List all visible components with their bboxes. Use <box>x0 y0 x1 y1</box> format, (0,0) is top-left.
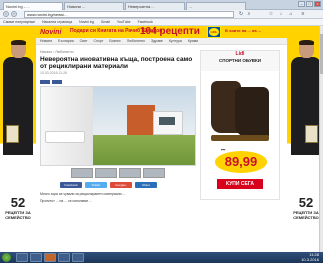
menu-item[interactable]: Крими <box>188 39 198 43</box>
boots-image <box>211 77 271 141</box>
left-promo-badge[interactable]: 52 РЕЦЕПТИ ЗА СЕМЕЙСТВО <box>2 196 34 234</box>
clock-date: 10.3.2016 <box>301 256 319 262</box>
article-paragraph: Много хора са чували за рециклирането ма… <box>40 192 126 196</box>
address-bar-row: ‹ › www.novini.bg/news/... ↻ ⌕ ☆ ↓ ⌂ ≡ <box>0 10 323 19</box>
menu-item[interactable]: Здраве <box>151 39 163 43</box>
bookmark-item[interactable]: Самые популярные <box>3 20 35 24</box>
start-button[interactable] <box>2 253 11 262</box>
taskbar-app-chrome[interactable] <box>58 253 70 262</box>
bookmarks-bar: Самые популярные Начална страница Novini… <box>0 19 323 26</box>
social-buttons: Facebook Twitter Google+ Share <box>60 182 157 188</box>
web-page: 52 РЕЦЕПТИ ЗА СЕМЕЙСТВО 52 РЕЦЕПТИ ЗА СЕ… <box>0 26 323 252</box>
menu-item[interactable]: Новини <box>40 39 52 43</box>
promo-label: РЕЦЕПТИ ЗА СЕМЕЙСТВО <box>5 210 31 220</box>
browser-tab[interactable]: Novini.bg - ... <box>3 2 63 10</box>
facebook-share-button[interactable]: Facebook <box>60 182 82 188</box>
bookmark-item[interactable]: Gmail <box>101 20 110 24</box>
chef-image-left <box>3 40 33 155</box>
site-menu: Новини България Свят Спорт Бизнес Любопи… <box>36 38 287 45</box>
window-controls: – □ × <box>298 1 321 7</box>
share-icon[interactable] <box>52 80 62 84</box>
thumbnail[interactable] <box>71 168 93 178</box>
article-title: Невероятна иновативна къща, построена са… <box>40 56 193 70</box>
share-row-top <box>40 80 62 84</box>
download-icon[interactable]: ↓ <box>278 11 284 17</box>
article-photo[interactable] <box>40 86 196 166</box>
promo-label: РЕЦЕПТИ ЗА СЕМЕЙСТВО <box>293 210 319 220</box>
right-promo-badge[interactable]: 52 РЕЦЕПТИ ЗА СЕМЕЙСТВО <box>290 196 322 234</box>
taskbar-app-media[interactable] <box>72 253 84 262</box>
article-paragraph: Проектът ... на ... се използват ... <box>40 198 93 203</box>
thumbnail[interactable] <box>143 168 165 178</box>
share-icon[interactable] <box>40 80 50 84</box>
promo-number: 52 <box>10 195 26 210</box>
screen: Novini.bg - ... Новини ... Невероятна ..… <box>0 0 323 263</box>
bookmark-item[interactable]: Facebook <box>138 20 153 24</box>
chef-image-right <box>291 40 321 155</box>
header-side-text: В чиито на ... на ... <box>225 28 261 33</box>
browser-tab[interactable]: Новини ... <box>64 2 124 10</box>
house-window <box>159 117 175 125</box>
ad-brand: Lidl <box>235 51 245 57</box>
share-button[interactable]: Share <box>135 182 157 188</box>
thumbnail[interactable] <box>95 168 117 178</box>
search-icon[interactable]: ⌕ <box>246 11 252 17</box>
bookmark-star-icon[interactable]: ☆ <box>268 11 274 17</box>
forward-icon[interactable]: › <box>11 11 17 17</box>
ad-header: Lidl СПОРТНИ ОБУВКИ <box>201 51 279 71</box>
taskbar-app-ie[interactable] <box>30 253 42 262</box>
ad-buy-button[interactable]: КУПИ СЕГА <box>217 179 263 189</box>
browser-tab[interactable]: Невероятна ... <box>125 2 185 10</box>
taskbar-clock[interactable]: 11:28 10.3.2016 <box>301 252 319 262</box>
browser-tab-strip: Novini.bg - ... Новини ... Невероятна ..… <box>0 0 323 10</box>
boots-advertisement[interactable]: Lidl СПОРТНИ ОБУВКИ ... 89,99 КУПИ СЕГА <box>200 50 280 200</box>
menu-item[interactable]: Спорт <box>93 39 103 43</box>
article-body: Много хора са чували за рециклирането ма… <box>40 192 196 250</box>
site-logo[interactable]: Novini <box>40 29 61 36</box>
browser-tab[interactable]: ... <box>186 2 246 10</box>
reload-icon[interactable]: ↻ <box>238 11 244 17</box>
bathtub <box>45 131 85 143</box>
home-icon[interactable]: ⌂ <box>288 11 294 17</box>
article: Начало › Любопитно Невероятна иновативна… <box>40 50 196 250</box>
bookmark-item[interactable]: YouTube <box>117 20 131 24</box>
house-orange-wall <box>127 105 155 135</box>
taskbar-app-firefox[interactable] <box>44 253 56 262</box>
url-input[interactable]: www.novini.bg/news/... <box>24 11 234 18</box>
menu-icon[interactable]: ≡ <box>300 11 306 17</box>
windows-taskbar: 11:28 10.3.2016 <box>0 252 323 263</box>
header-promo-count[interactable]: 104 рецепти <box>140 26 200 37</box>
menu-item[interactable]: Любопитно <box>127 39 145 43</box>
page-scrollbar[interactable] <box>319 26 323 252</box>
article-date: 10.03.2016 11:26 <box>40 71 67 75</box>
gallery-thumbnails <box>40 168 196 178</box>
close-button[interactable]: × <box>314 1 321 7</box>
back-icon[interactable]: ‹ <box>3 11 9 17</box>
lidl-logo-text: LIDL <box>209 28 219 36</box>
bookmark-item[interactable]: Начална страница <box>42 20 72 24</box>
ad-title: СПОРТНИ ОБУВКИ <box>218 58 262 63</box>
ad-price: 89,99 <box>215 151 267 173</box>
bathroom-interior <box>41 87 93 165</box>
google-share-button[interactable]: Google+ <box>110 182 132 188</box>
bookmark-item[interactable]: Novini.bg <box>79 20 94 24</box>
ad-old-price: ... <box>221 147 226 153</box>
lawn <box>93 135 195 165</box>
promo-number: 52 <box>298 195 314 210</box>
lidl-logo[interactable]: LIDL <box>207 26 221 38</box>
twitter-share-button[interactable]: Twitter <box>85 182 107 188</box>
menu-item[interactable]: България <box>58 39 73 43</box>
minimize-button[interactable]: – <box>298 1 305 7</box>
taskbar-app-explorer[interactable] <box>16 253 28 262</box>
menu-item[interactable]: Бизнес <box>109 39 121 43</box>
maximize-button[interactable]: □ <box>306 1 313 7</box>
menu-item[interactable]: Култура <box>169 39 182 43</box>
thumbnail[interactable] <box>119 168 141 178</box>
menu-item[interactable]: Свят <box>80 39 88 43</box>
